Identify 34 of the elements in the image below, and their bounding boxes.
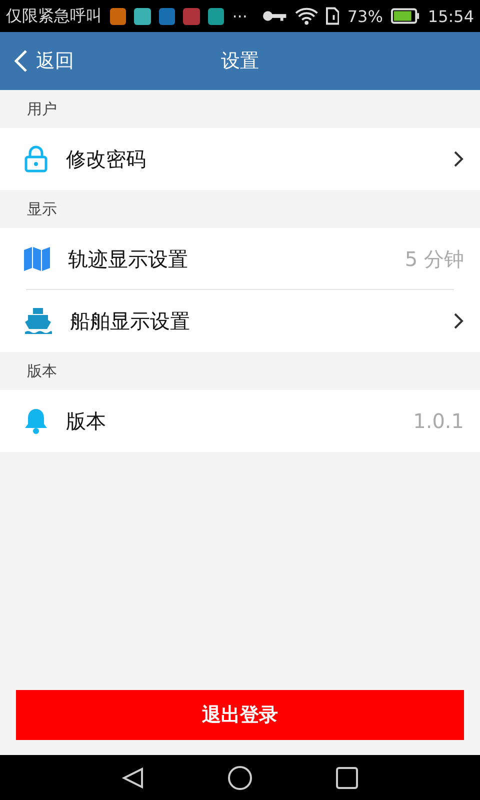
section-title: 用户 <box>26 98 58 120</box>
sim-icon <box>326 7 340 25</box>
row-value: 5 分钟 <box>404 246 464 272</box>
bell-icon <box>24 408 48 434</box>
settings-row[interactable]: 版本 1.0.1 <box>0 390 480 452</box>
back-button[interactable]: 返回 <box>0 48 74 74</box>
page-title: 设置 <box>221 49 259 74</box>
map-icon <box>24 247 50 271</box>
logout-button[interactable]: 退出登录 <box>16 690 464 740</box>
clock-time: 15:54 <box>428 6 474 26</box>
lock-icon <box>24 145 48 173</box>
settings-row[interactable]: 修改密码 <box>0 128 480 190</box>
status-text: 仅限紧急呼叫 <box>6 6 102 26</box>
back-chevron-icon <box>14 49 28 73</box>
recents-nav-icon[interactable] <box>336 766 358 788</box>
overflow-indicator: ··· <box>232 6 248 26</box>
settings-row[interactable]: 轨迹显示设置 5 分钟 <box>0 228 480 290</box>
ship-icon <box>24 307 52 335</box>
row-value: 1.0.1 <box>413 409 464 433</box>
back-nav-icon[interactable] <box>122 766 144 788</box>
key-icon <box>263 10 287 22</box>
section-title: 版本 <box>26 360 58 382</box>
chevron-icon <box>454 151 464 167</box>
row-label: 版本 <box>66 408 107 434</box>
settings-row[interactable]: 船舶显示设置 <box>0 290 480 352</box>
row-label: 修改密码 <box>66 146 147 172</box>
chevron-icon <box>454 313 464 329</box>
row-label: 船舶显示设置 <box>70 308 191 334</box>
battery-percent: 73% <box>347 6 383 26</box>
row-label: 轨迹显示设置 <box>68 246 189 272</box>
section-title: 显示 <box>26 198 58 220</box>
wifi-icon <box>294 7 318 25</box>
battery-icon <box>390 8 420 24</box>
home-nav-icon[interactable] <box>228 766 252 790</box>
